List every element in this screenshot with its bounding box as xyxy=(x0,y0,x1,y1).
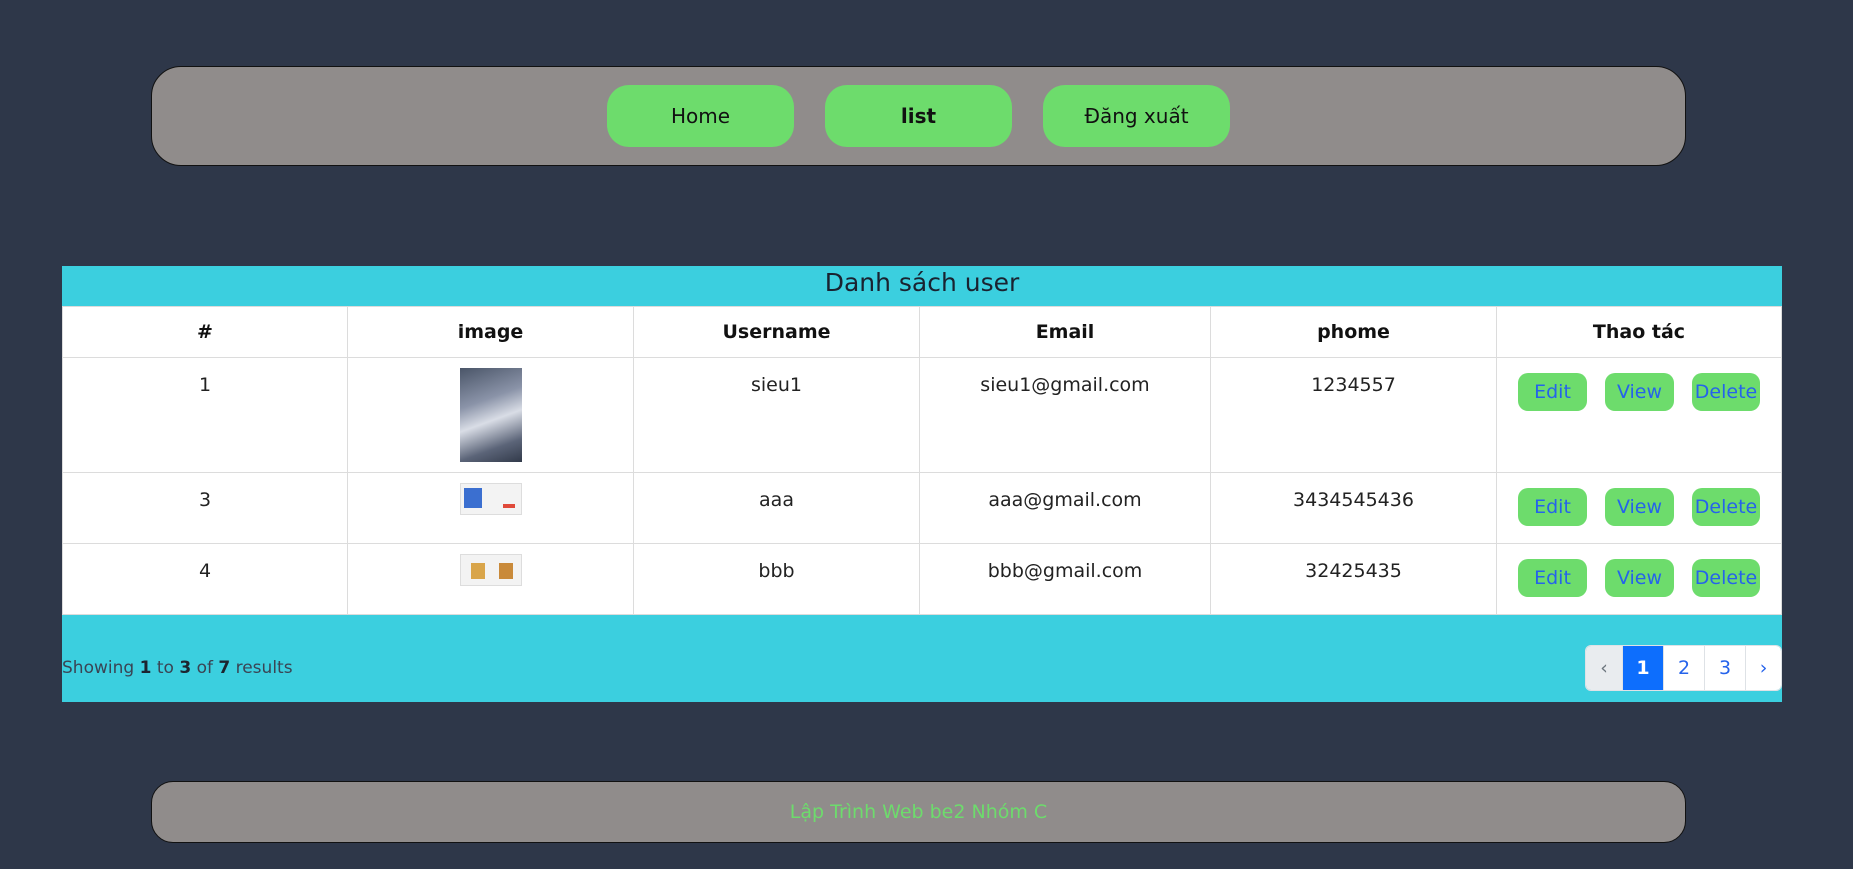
table-header-row: # image Username Email phome Thao tác xyxy=(62,306,1782,358)
user-list-panel: Danh sách user # image Username Email ph… xyxy=(62,266,1782,702)
user-avatar-image[interactable] xyxy=(459,554,522,586)
user-avatar-image[interactable] xyxy=(459,368,522,462)
view-button[interactable]: View xyxy=(1605,488,1674,526)
header-email: Email xyxy=(919,306,1211,358)
header-actions: Thao tác xyxy=(1496,306,1782,358)
nav-list-button[interactable]: list xyxy=(825,85,1012,147)
of-label: of xyxy=(196,658,213,678)
page-button-3[interactable]: 3 xyxy=(1704,646,1745,690)
header-phone: phome xyxy=(1210,306,1497,358)
top-navbar: Home list Đăng xuất xyxy=(151,66,1686,166)
cell-image xyxy=(347,472,634,544)
header-number: # xyxy=(62,306,348,358)
cell-actions: Edit View Delete xyxy=(1496,472,1782,544)
results-label: results xyxy=(235,658,293,678)
cell-email: sieu1@gmail.com xyxy=(919,357,1211,473)
delete-button[interactable]: Delete xyxy=(1692,559,1760,597)
pagination: ‹ 1 2 3 › xyxy=(1585,645,1782,691)
page-button-2[interactable]: 2 xyxy=(1663,646,1704,690)
cell-actions: Edit View Delete xyxy=(1496,543,1782,615)
cell-username: bbb xyxy=(633,543,920,615)
cell-phone: 32425435 xyxy=(1210,543,1497,615)
results-to: 3 xyxy=(179,658,192,678)
user-avatar-image[interactable] xyxy=(459,483,522,515)
edit-button[interactable]: Edit xyxy=(1518,488,1587,526)
results-total: 7 xyxy=(218,658,231,678)
nav-home-button[interactable]: Home xyxy=(607,85,794,147)
to-label: to xyxy=(156,658,174,678)
view-button[interactable]: View xyxy=(1605,373,1674,411)
cell-email: aaa@gmail.com xyxy=(919,472,1211,544)
footer-text: Lập Trình Web be2 Nhóm C xyxy=(789,801,1048,823)
panel-title: Danh sách user xyxy=(824,268,1020,297)
table-row: 4 bbb bbb@gmail.com 32425435 Edit View D… xyxy=(62,543,1782,615)
view-button[interactable]: View xyxy=(1605,559,1674,597)
user-table: # image Username Email phome Thao tác 1 … xyxy=(62,306,1782,615)
page-button-1[interactable]: 1 xyxy=(1622,646,1663,690)
cell-id: 1 xyxy=(62,357,348,473)
cell-image xyxy=(347,357,634,473)
edit-button[interactable]: Edit xyxy=(1518,559,1587,597)
next-page-button[interactable]: › xyxy=(1745,646,1781,690)
cell-id: 4 xyxy=(62,543,348,615)
results-from: 1 xyxy=(139,658,152,678)
prev-page-button[interactable]: ‹ xyxy=(1586,646,1622,690)
footer-bar: Lập Trình Web be2 Nhóm C xyxy=(151,781,1686,843)
header-image: image xyxy=(347,306,634,358)
results-summary: Showing 1 to 3 of 7 results xyxy=(62,658,293,678)
cell-username: sieu1 xyxy=(633,357,920,473)
delete-button[interactable]: Delete xyxy=(1692,488,1760,526)
cell-phone: 3434545436 xyxy=(1210,472,1497,544)
table-row: 1 sieu1 sieu1@gmail.com 1234557 Edit Vie… xyxy=(62,357,1782,473)
cell-username: aaa xyxy=(633,472,920,544)
header-username: Username xyxy=(633,306,920,358)
cell-phone: 1234557 xyxy=(1210,357,1497,473)
nav-logout-button[interactable]: Đăng xuất xyxy=(1043,85,1230,147)
edit-button[interactable]: Edit xyxy=(1518,373,1587,411)
showing-label: Showing xyxy=(62,658,135,678)
cell-image xyxy=(347,543,634,615)
delete-button[interactable]: Delete xyxy=(1692,373,1760,411)
cell-email: bbb@gmail.com xyxy=(919,543,1211,615)
table-row: 3 aaa aaa@gmail.com 3434545436 Edit View… xyxy=(62,472,1782,544)
cell-id: 3 xyxy=(62,472,348,544)
pagination-bar: Showing 1 to 3 of 7 results ‹ 1 2 3 › xyxy=(62,634,1782,702)
cell-actions: Edit View Delete xyxy=(1496,357,1782,473)
